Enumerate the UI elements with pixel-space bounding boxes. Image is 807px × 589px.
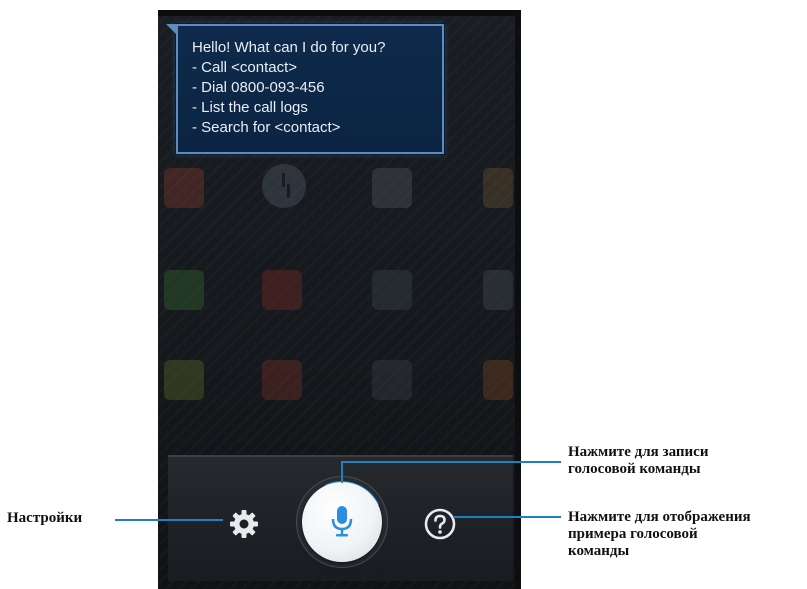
callout-example-label-2: примера голосовой xyxy=(568,526,698,542)
bubble-greeting: Hello! What can I do for you? xyxy=(192,39,386,56)
bubble-example-dial: - Dial 0800-093-456 xyxy=(192,79,325,96)
app-icon-row3-4 xyxy=(483,360,513,400)
page: Hello! What can I do for you? - Call <co… xyxy=(0,0,807,589)
app-icon-gallery xyxy=(372,270,412,310)
app-icon-top-right xyxy=(483,168,513,208)
callout-example-line xyxy=(453,516,561,518)
callout-example-label-1: Нажмите для отображения xyxy=(568,509,751,525)
clock-app-icon xyxy=(262,164,306,208)
help-button[interactable] xyxy=(423,507,457,541)
settings-button[interactable] xyxy=(228,508,260,540)
app-icon-row3-2 xyxy=(262,360,302,400)
callout-settings-label: Настройки xyxy=(7,510,83,526)
app-icon-settings-bg xyxy=(483,270,513,310)
app-icon-calendar xyxy=(372,168,412,208)
screen-edge xyxy=(515,10,521,589)
voice-record-button[interactable] xyxy=(302,482,382,562)
bubble-example-call: - Call <contact> xyxy=(192,59,298,76)
microphone-icon xyxy=(331,506,353,537)
callout-record-line-horizontal xyxy=(341,461,561,463)
callout-record-label-1: Нажмите для записи xyxy=(568,444,709,460)
bubble-example-search: - Search for <contact> xyxy=(192,119,341,136)
status-bar xyxy=(158,10,521,16)
phone-screen: Hello! What can I do for you? - Call <co… xyxy=(158,10,521,589)
app-icon-chrome xyxy=(164,168,204,208)
callout-example-label-3: команды xyxy=(568,543,630,559)
app-icon-row3-1 xyxy=(164,360,204,400)
gear-icon xyxy=(230,510,258,538)
app-icon-gmail xyxy=(262,270,302,310)
voice-prompt-bubble: Hello! What can I do for you? - Call <co… xyxy=(166,24,444,154)
app-icon-row3-3 xyxy=(372,360,412,400)
bubble-example-logs: - List the call logs xyxy=(192,99,308,116)
app-icon-green xyxy=(164,270,204,310)
callout-record-line-vertical xyxy=(341,461,343,483)
callout-record-label-2: голосовой команды xyxy=(568,461,701,477)
callout-settings-line xyxy=(115,519,223,521)
question-icon xyxy=(424,508,456,540)
